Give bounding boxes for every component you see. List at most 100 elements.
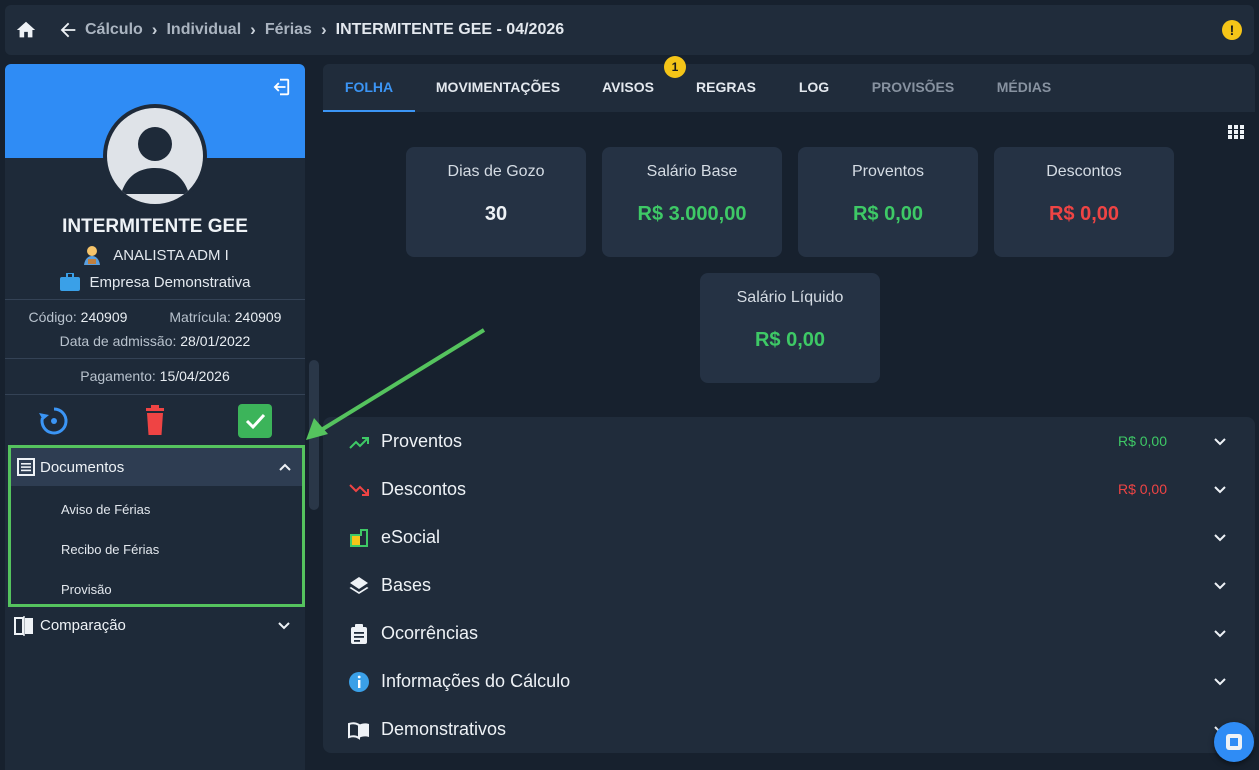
chevron-down-icon[interactable] — [1213, 579, 1227, 593]
section-label: Proventos — [381, 431, 463, 451]
documents-label: Documentos — [40, 459, 125, 476]
section-descontos[interactable]: Descontos R$ 0,00 — [323, 465, 1255, 513]
divider — [5, 358, 305, 359]
layers-icon — [349, 577, 369, 594]
section-label: eSocial — [381, 527, 441, 547]
clipboard-icon — [351, 624, 367, 644]
top-bar: Cálculo › Individual › Férias › INTERMIT… — [5, 5, 1254, 55]
chevron-down-icon[interactable] — [1213, 627, 1227, 641]
sidebar-scrollbar[interactable] — [309, 360, 319, 510]
employee-codes: Código: 240909 Matrícula: 240909 — [5, 309, 305, 325]
section-ocorrencias[interactable]: Ocorrências — [323, 609, 1255, 657]
divider — [5, 394, 305, 395]
tab-regras[interactable]: REGRAS — [691, 64, 761, 112]
comparison-label: Comparação — [40, 617, 126, 634]
breadcrumb: Cálculo › Individual › Férias › INTERMIT… — [85, 5, 564, 55]
person-icon — [121, 127, 189, 194]
card-title: Salário Base — [646, 163, 738, 180]
breadcrumb-calculo[interactable]: Cálculo — [85, 21, 143, 39]
chevron-down-icon[interactable] — [1213, 675, 1227, 689]
card-value: 30 — [484, 203, 508, 225]
section-demonstrativos[interactable]: Demonstrativos — [323, 705, 1255, 753]
chevron-right-icon: › — [320, 20, 327, 39]
documents-menu-header[interactable]: Documentos — [11, 448, 302, 486]
card-salario-liquido: Salário Líquido R$ 0,00 — [700, 273, 880, 383]
chat-icon — [1226, 734, 1242, 750]
card-proventos: Proventos R$ 0,00 — [798, 147, 978, 257]
book-icon — [348, 722, 369, 740]
chevron-up-icon[interactable] — [278, 460, 292, 474]
card-value: R$ 0,00 — [754, 329, 826, 351]
tab-medias[interactable]: MÉDIAS — [987, 64, 1061, 112]
recalculate-icon[interactable] — [37, 404, 71, 438]
info-icon — [349, 672, 369, 692]
company-label: Empresa Demonstrativa — [89, 273, 251, 291]
sections-panel: Proventos R$ 0,00 Descontos R$ 0,00 eSoc… — [323, 417, 1255, 753]
briefcase-icon — [59, 273, 80, 291]
card-value: R$ 0,00 — [1048, 203, 1120, 225]
card-title: Salário Líquido — [736, 289, 844, 306]
worker-icon — [84, 246, 101, 265]
action-bar — [5, 402, 305, 438]
grid-view-icon[interactable] — [1228, 125, 1244, 139]
trending-down-icon — [349, 484, 369, 496]
tab-provisoes[interactable]: PROVISÕES — [867, 64, 959, 112]
role-label: ANALISTA ADM I — [113, 246, 229, 264]
tab-movimentacoes[interactable]: MOVIMENTAÇÕES — [427, 64, 569, 112]
comparison-menu-header[interactable]: Comparação — [5, 609, 305, 641]
chevron-down-icon[interactable] — [1213, 435, 1227, 449]
compare-icon — [14, 616, 33, 636]
card-title: Descontos — [1046, 163, 1122, 180]
codigo-field: Código: 240909 — [28, 309, 128, 325]
employee-sidebar: INTERMITENTE GEE ANALISTA ADM I Empresa … — [5, 64, 305, 770]
back-arrow-icon[interactable] — [57, 19, 79, 41]
trash-icon[interactable] — [138, 404, 172, 438]
documents-highlight: Documentos Aviso de Férias Recibo de Fér… — [8, 445, 305, 607]
section-esocial[interactable]: eSocial — [323, 513, 1255, 561]
home-icon[interactable] — [15, 19, 37, 41]
payment-field: Pagamento: 15/04/2026 — [80, 368, 230, 384]
matricula-field: Matrícula: 240909 — [169, 309, 282, 325]
menu-item-recibo-ferias[interactable]: Recibo de Férias — [61, 542, 159, 557]
card-value: R$ 3.000,00 — [637, 203, 747, 225]
section-label: Informações do Cálculo — [381, 671, 571, 691]
card-salario-base: Salário Base R$ 3.000,00 — [602, 147, 782, 257]
section-label: Demonstrativos — [381, 719, 507, 739]
employee-company: Empresa Demonstrativa — [5, 273, 305, 291]
floating-help-button[interactable] — [1214, 722, 1254, 762]
logout-icon[interactable] — [269, 76, 291, 98]
section-amount: R$ 0,00 — [1117, 481, 1167, 497]
chevron-down-icon[interactable] — [1213, 531, 1227, 545]
trending-up-icon — [349, 437, 369, 449]
employee-name: INTERMITENTE GEE — [62, 216, 248, 237]
tab-folha[interactable]: FOLHA — [323, 64, 415, 112]
menu-item-aviso-ferias[interactable]: Aviso de Férias — [61, 502, 150, 517]
chevron-down-icon[interactable] — [1213, 483, 1227, 497]
chevron-down-icon[interactable] — [277, 619, 291, 633]
card-title: Dias de Gozo — [447, 163, 545, 180]
section-label: Ocorrências — [381, 623, 479, 643]
section-amount: R$ 0,00 — [1117, 433, 1167, 449]
section-bases[interactable]: Bases — [323, 561, 1255, 609]
admission-field: Data de admissão: 28/01/2022 — [59, 333, 251, 349]
breadcrumb-individual[interactable]: Individual — [166, 21, 241, 39]
card-title: Proventos — [851, 163, 925, 180]
section-informacoes[interactable]: Informações do Cálculo — [323, 657, 1255, 705]
tab-bar: FOLHA MOVIMENTAÇÕES AVISOS 1 REGRAS LOG … — [323, 56, 1255, 112]
chevron-right-icon: › — [250, 20, 256, 39]
warning-icon[interactable]: ! — [1222, 20, 1242, 40]
chevron-right-icon: › — [151, 20, 158, 39]
divider — [5, 299, 305, 300]
menu-item-provisao[interactable]: Provisão — [61, 582, 112, 597]
avisos-badge: 1 — [664, 56, 686, 78]
breadcrumb-ferias[interactable]: Férias — [265, 21, 312, 39]
esocial-icon — [350, 529, 368, 547]
confirm-button[interactable] — [238, 404, 272, 438]
section-proventos[interactable]: Proventos R$ 0,00 — [323, 417, 1255, 465]
employee-role: ANALISTA ADM I — [5, 244, 305, 266]
avatar — [103, 104, 207, 208]
breadcrumb-current: INTERMITENTE GEE - 04/2026 — [335, 21, 565, 38]
tab-log[interactable]: LOG — [791, 64, 837, 112]
tab-avisos[interactable]: AVISOS — [595, 64, 661, 112]
card-descontos: Descontos R$ 0,00 — [994, 147, 1174, 257]
